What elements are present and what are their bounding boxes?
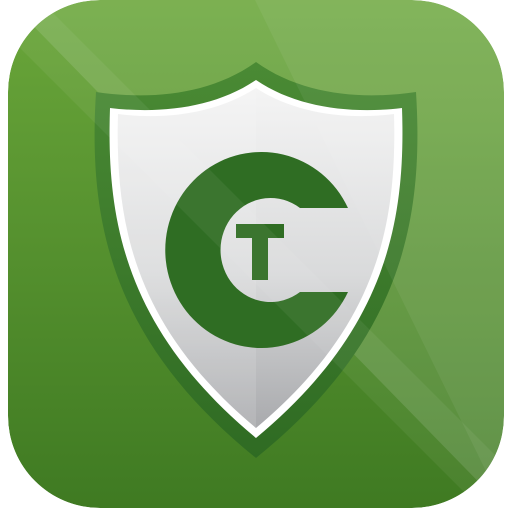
app-icon[interactable] — [0, 0, 512, 512]
shield-logo-icon — [8, 0, 504, 508]
